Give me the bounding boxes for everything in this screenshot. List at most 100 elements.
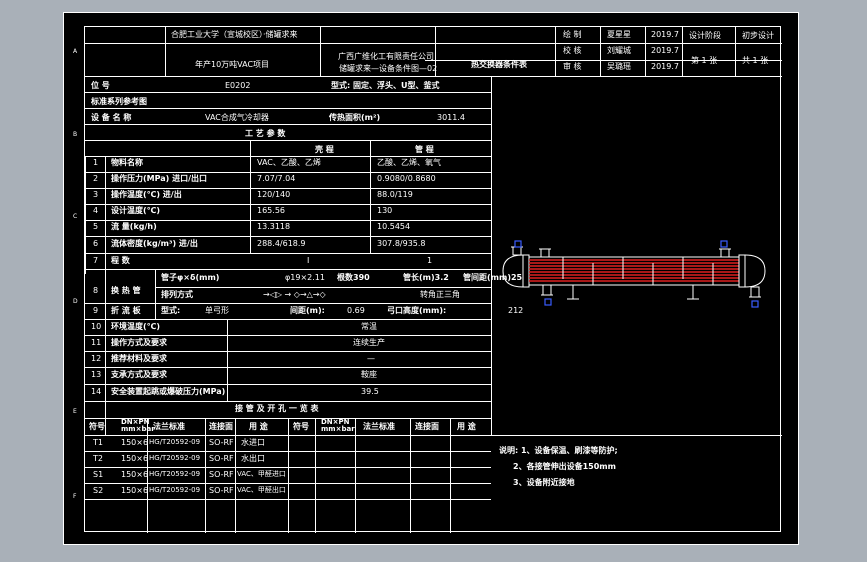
row-value: 39.5 (361, 387, 379, 396)
nozzle-header: 符号 (89, 422, 105, 431)
row-shell: VAC、乙酸、乙烯 (257, 158, 321, 167)
role-review: 审 核 (563, 62, 582, 71)
name-check: 刘耀城 (607, 46, 631, 55)
nozzle-header: DN×PN mm×bar (321, 418, 355, 433)
equipment-name-label: 设 备 名 称 (91, 113, 132, 122)
name-draw: 夏星星 (607, 30, 631, 39)
nozzle-header: 法兰标准 (363, 422, 395, 431)
row-no: 6 (93, 239, 99, 248)
tag-value: E0202 (225, 81, 251, 90)
note-1: 说明: 1、设备保温、刷漆等防护; (499, 446, 618, 455)
row-value: 常温 (361, 322, 377, 331)
nozzle-header: 连接面 (209, 422, 233, 431)
type-label: 型式: 固定、浮头、U型、釜式 (331, 81, 440, 90)
row-shell: 165.56 (257, 206, 285, 215)
date-check: 2019.7 (651, 46, 679, 55)
baffle-type-label: 型式: (161, 306, 181, 315)
tube-count: 根数390 (337, 273, 370, 282)
heat-exchanger-drawing (502, 240, 766, 308)
role-check: 校 核 (563, 46, 582, 55)
row-value: 鞍座 (361, 370, 377, 379)
nozzle-face: SO-RF (209, 486, 234, 495)
row-no: 10 (91, 322, 102, 331)
nozzle-symbol: T2 (93, 454, 103, 463)
date-review: 2019.7 (651, 62, 679, 71)
area-value: 3011.4 (437, 113, 465, 122)
note-2: 2、各接管伸出设备150mm (513, 462, 616, 471)
tag-label: 位 号 (91, 81, 110, 90)
company-name: 广西广维化工有限责任公司 (338, 52, 434, 61)
baffle-gap-label: 间距(m): (290, 306, 325, 315)
row-tube: 130 (377, 206, 393, 215)
row-tube: 10.5454 (377, 222, 411, 231)
row-tube: 0.9080/0.8680 (377, 174, 436, 183)
nozzle-symbol: T1 (93, 438, 103, 447)
col-tube-header: 管 程 (415, 145, 434, 154)
section-process: 工 艺 参 数 (245, 129, 286, 138)
nozzle-use: VAC、甲醛出口 (237, 486, 286, 494)
row-label: 流 量(kg/h) (111, 222, 157, 231)
nozzle-std: HG/T20592-09 (149, 454, 201, 462)
row-tube: 1 (427, 256, 433, 265)
row-tube: 307.8/935.8 (377, 239, 426, 248)
row-label: 操作压力(MPa) 进口/出口 (111, 174, 208, 183)
drawing-name: 热交换器条件表 (471, 60, 527, 69)
nozzle-dn: 150×6 (121, 438, 149, 447)
row-shell: 7.07/7.04 (257, 174, 296, 183)
ruler-letter: B (73, 131, 78, 138)
baffle-type-value: 单弓形 (205, 306, 229, 315)
sheet-number: 第 1 张 (691, 56, 718, 65)
nozzle-header: 连接面 (415, 422, 439, 431)
row-label: 设计温度(℃) (111, 206, 160, 215)
project-name: 年产10万吨VAC项目 (195, 60, 270, 69)
stage-label: 设计阶段 (689, 31, 721, 40)
role-draw: 绘 制 (563, 30, 582, 39)
nozzle-std: HG/T20592-09 (149, 438, 201, 446)
row-no: 7 (93, 256, 99, 265)
row-label: 程 数 (111, 256, 130, 265)
ruler-letter: E (73, 408, 77, 415)
row-shell: I (307, 256, 310, 265)
ruler-letter: A (73, 48, 78, 55)
row-value: 连续生产 (353, 338, 385, 347)
row-label: 推荐材料及要求 (111, 354, 167, 363)
ruler-letter: F (73, 493, 77, 500)
row-shell: 120/140 (257, 190, 291, 199)
nozzle-header: 符号 (293, 422, 309, 431)
nozzle-header: DN×PN mm×bar (121, 418, 155, 433)
nozzle-std: HG/T20592-09 (149, 470, 201, 478)
row-shell: 288.4/618.9 (257, 239, 306, 248)
std-series-label: 标准系列参考图 (91, 97, 147, 106)
nozzle-header: 用 途 (249, 422, 268, 431)
area-label: 传热面积(m²) (329, 113, 381, 122)
nozzle-use: VAC、甲醛进口 (237, 470, 286, 478)
nozzle-std: HG/T20592-09 (149, 486, 201, 494)
row-label: 环境温度(℃) (111, 322, 160, 331)
col-shell-header: 壳 程 (315, 145, 334, 154)
sheet-total: 共 1 张 (742, 56, 769, 65)
nozzle-header: 法兰标准 (153, 422, 185, 431)
row-no: 3 (93, 190, 99, 199)
nozzle-symbol: S1 (93, 470, 104, 479)
baffle-gap-value: 0.69 (347, 306, 365, 315)
row-value: — (367, 354, 375, 363)
row-no: 9 (93, 306, 99, 315)
drawing-frame: 合肥工业大学（宣城校区）·储罐求来 年产10万吨VAC项目 广西广维化工有限责任… (84, 26, 782, 533)
nozzle-symbol: S2 (93, 486, 104, 495)
baffle-label: 折 流 板 (111, 306, 141, 315)
row-no: 2 (93, 174, 99, 183)
row-label: 流体密度(kg/m³) 进/出 (111, 239, 198, 248)
row-no: 11 (91, 338, 102, 347)
nozzle-table-title: 接 管 及 开 孔 一 览 表 (235, 404, 319, 413)
row-no: 12 (91, 354, 102, 363)
ruler-letter: D (73, 298, 78, 305)
row-no: 8 (93, 286, 99, 295)
nozzle-dn: 150×6 (121, 470, 149, 479)
ruler-letter: C (73, 213, 78, 220)
note-3: 3、设备附近接地 (513, 478, 575, 487)
nozzle-use: 水进口 (241, 438, 265, 447)
nozzle-face: SO-RF (209, 470, 234, 479)
date-draw: 2019.7 (651, 30, 679, 39)
tube-label: 换 热 管 (111, 286, 141, 295)
nozzle-face: SO-RF (209, 438, 234, 447)
